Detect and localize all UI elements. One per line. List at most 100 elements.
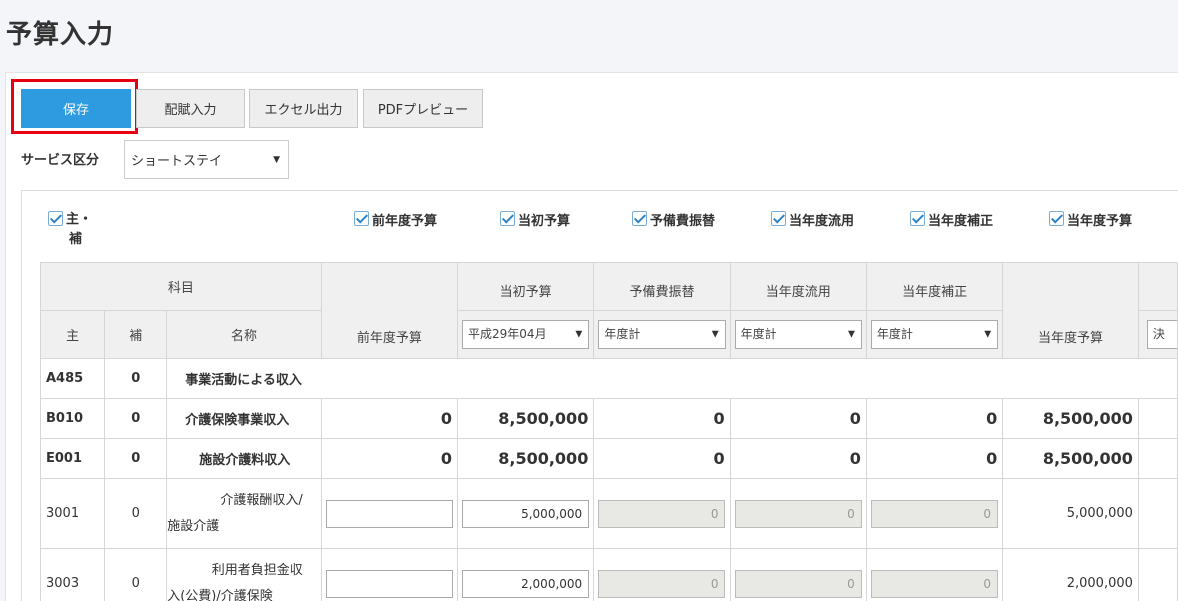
initial-input[interactable]: 5,000,000 — [462, 499, 590, 528]
correction-period-select[interactable]: 年度計 ▼ — [870, 320, 999, 349]
checkbox-checked-icon — [500, 211, 515, 226]
prev-year-input[interactable] — [325, 499, 453, 528]
reserve-period-select[interactable]: 年度計 ▼ — [598, 320, 726, 349]
cell-correction: 0 — [865, 438, 1004, 479]
cell-current: 2,000,000 — [1002, 548, 1139, 601]
header-correction: 当年度補正 — [865, 262, 1004, 311]
toggle-correction-label: 当年度補正 — [928, 214, 994, 229]
toggle-main-sub[interactable]: 主・補 — [48, 210, 92, 250]
prev-year-input[interactable] — [325, 569, 453, 598]
cell-sub: 0 — [104, 358, 168, 399]
chevron-down-icon: ▼ — [575, 329, 583, 339]
header-extra — [1137, 262, 1178, 311]
cell-correction: 0 — [865, 478, 1004, 549]
service-select-value: ショートステイ — [131, 154, 223, 169]
cell-name: 施設介護料収入 — [166, 438, 322, 479]
transfer-period-select-value: 年度計 — [740, 327, 777, 341]
save-button-highlight — [11, 79, 138, 134]
cell-reserve: 0 — [593, 438, 731, 479]
toggle-current-label: 当年度予算 — [1067, 214, 1133, 229]
cell-name: 介護報酬収入/施設介護 — [166, 478, 322, 549]
header-prev-year: 前年度予算 — [320, 262, 459, 359]
haifu-input-button[interactable]: 配賦入力 — [136, 89, 245, 128]
toggle-main-sub-label2: 補 — [69, 232, 83, 247]
page-title: 予算入力 — [6, 20, 115, 50]
header-correction-select-cell: 年度計 ▼ — [865, 310, 1004, 359]
cell-name: 事業活動による収入 — [166, 358, 1178, 399]
cell-main: A485 — [39, 358, 106, 399]
toggle-prev-year[interactable]: 前年度予算 — [354, 210, 437, 229]
budget-table: 科目 前年度予算 当初予算 予備費振替 当年度流用 当年度補正 当年度予算 主 … — [39, 262, 1178, 601]
checkbox-checked-icon — [910, 211, 925, 226]
toggle-main-sub-label1: 主・ — [66, 212, 93, 227]
correction-period-select-value: 年度計 — [876, 327, 913, 341]
cell-current: 5,000,000 — [1002, 478, 1139, 549]
header-kamoku: 科目 — [40, 262, 322, 311]
header-name: 名称 — [166, 310, 322, 359]
cell-initial: 5,000,000 — [457, 478, 595, 549]
toggle-transfer[interactable]: 当年度流用 — [771, 210, 854, 229]
cell-prev-year: 0 — [320, 398, 459, 439]
table-row: B010 0 介護保険事業収入 0 8,500,000 0 0 0 8,500,… — [39, 398, 1178, 439]
toggle-current[interactable]: 当年度予算 — [1049, 210, 1132, 229]
header-reserve-select-cell: 年度計 ▼ — [593, 310, 731, 359]
table-row: E001 0 施設介護料収入 0 8,500,000 0 0 0 8,500,0… — [39, 438, 1178, 479]
initial-month-select[interactable]: 平成29年04月 ▼ — [462, 320, 590, 349]
checkbox-checked-icon — [1049, 211, 1064, 226]
cell-reserve: 0 — [593, 478, 731, 549]
cell-main: E001 — [39, 438, 106, 479]
initial-month-select-value: 平成29年04月 — [468, 327, 547, 341]
header-transfer: 当年度流用 — [729, 262, 867, 311]
service-select[interactable]: ショートステイ ▼ — [124, 140, 289, 179]
reserve-input: 0 — [598, 499, 726, 528]
transfer-period-select[interactable]: 年度計 ▼ — [734, 320, 862, 349]
toggle-prev-year-label: 前年度予算 — [372, 214, 438, 229]
cell-initial: 8,500,000 — [457, 438, 595, 479]
toggle-transfer-label: 当年度流用 — [789, 214, 855, 229]
initial-input[interactable]: 2,000,000 — [462, 569, 590, 598]
cell-current: 8,500,000 — [1002, 398, 1139, 439]
header-transfer-select-cell: 年度計 ▼ — [729, 310, 867, 359]
cell-reserve: 0 — [593, 398, 731, 439]
toggle-initial[interactable]: 当初予算 — [500, 210, 570, 229]
chevron-down-icon: ▼ — [848, 329, 855, 339]
checkbox-checked-icon — [48, 211, 63, 226]
toggle-reserve[interactable]: 予備費振替 — [632, 210, 715, 229]
checkbox-checked-icon — [632, 211, 647, 226]
service-label: サービス区分 — [21, 153, 100, 168]
cell-name-line2: 施設介護 — [167, 518, 220, 534]
correction-input: 0 — [871, 569, 999, 598]
toggle-correction[interactable]: 当年度補正 — [910, 210, 993, 229]
cell-main: 3001 — [39, 478, 106, 549]
chevron-down-icon: ▼ — [273, 154, 280, 165]
cell-extra — [1137, 438, 1178, 479]
transfer-input: 0 — [734, 499, 862, 528]
header-current: 当年度予算 — [1002, 262, 1139, 359]
cell-prev-year — [320, 548, 459, 601]
transfer-input: 0 — [734, 569, 862, 598]
correction-input: 0 — [871, 499, 999, 528]
extra-select[interactable]: 決 — [1146, 320, 1177, 349]
cell-transfer: 0 — [729, 478, 867, 549]
cell-correction: 0 — [865, 548, 1004, 601]
cell-name-line1: 介護報酬収入/ — [220, 492, 303, 508]
excel-export-button[interactable]: エクセル出力 — [249, 89, 358, 128]
chevron-down-icon: ▼ — [711, 329, 719, 339]
reserve-period-select-value: 年度計 — [604, 327, 641, 341]
cell-name: 利用者負担金収 入(公費)/介護保険 — [166, 548, 322, 601]
header-extra-select-cell: 決 — [1137, 310, 1178, 359]
checkbox-checked-icon — [771, 211, 786, 226]
pdf-preview-button[interactable]: PDFプレビュー — [363, 89, 483, 128]
cell-extra — [1137, 398, 1178, 439]
chevron-down-icon: ▼ — [984, 329, 992, 339]
checkbox-checked-icon — [354, 211, 369, 226]
cell-extra — [1137, 548, 1178, 601]
cell-current: 8,500,000 — [1002, 438, 1139, 479]
cell-prev-year — [320, 478, 459, 549]
toggle-reserve-label: 予備費振替 — [650, 214, 716, 229]
cell-transfer: 0 — [729, 398, 867, 439]
cell-main: 3003 — [39, 548, 106, 601]
cell-initial: 8,500,000 — [457, 398, 595, 439]
cell-prev-year: 0 — [320, 438, 459, 479]
cell-sub: 0 — [104, 478, 168, 549]
